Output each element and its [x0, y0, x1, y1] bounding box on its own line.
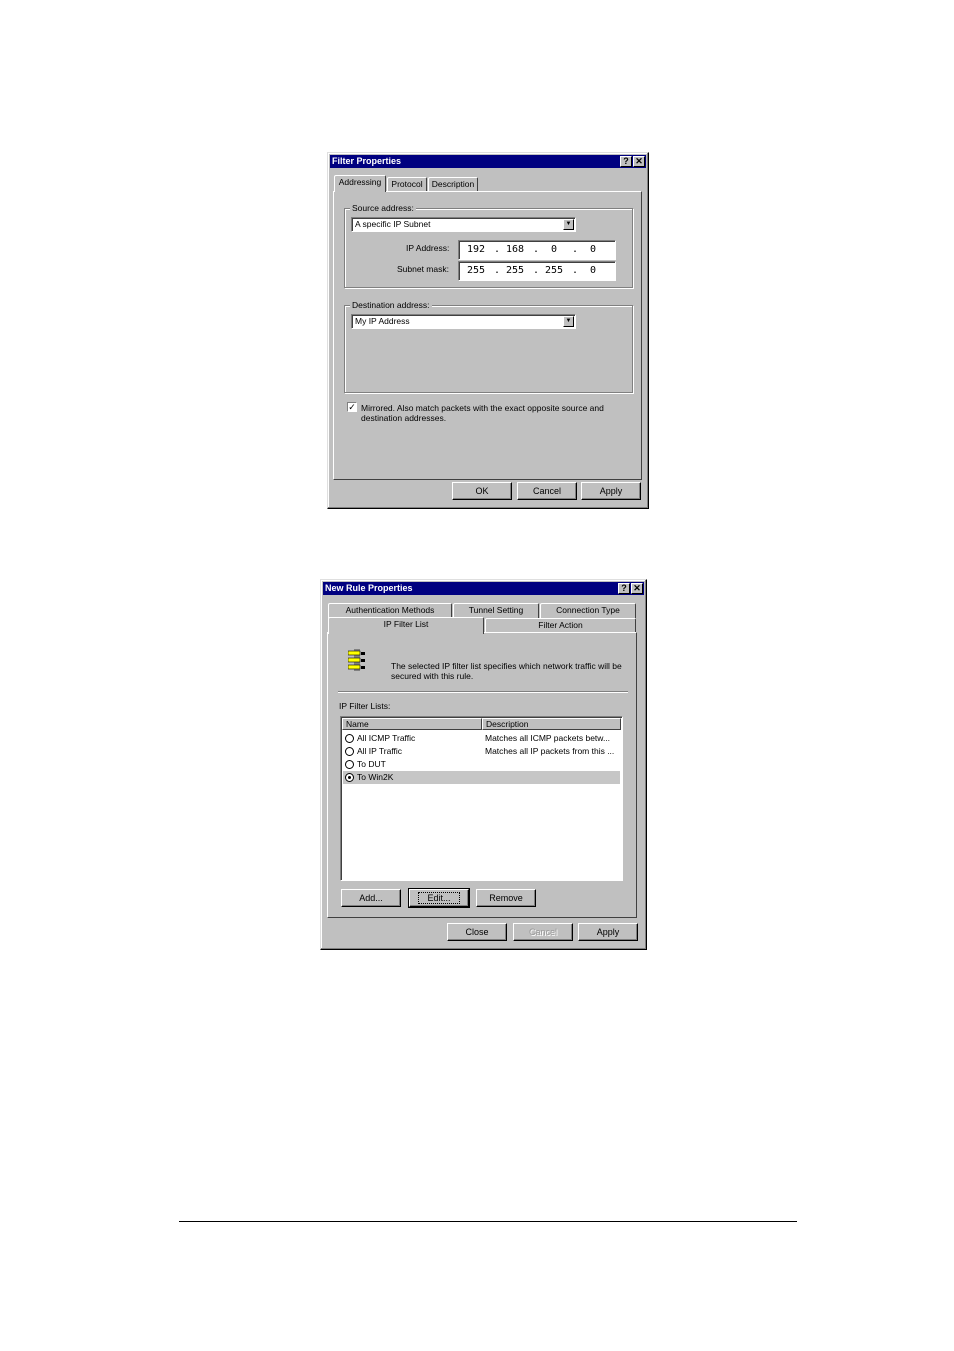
- mask-octet-3: 255: [544, 265, 564, 276]
- column-header-description[interactable]: Description: [482, 718, 621, 730]
- subnet-mask-label: Subnet mask:: [397, 264, 449, 274]
- cancel-button[interactable]: Cancel: [517, 482, 577, 500]
- tab-protocol[interactable]: Protocol: [387, 177, 427, 192]
- column-header-name[interactable]: Name: [342, 718, 482, 730]
- mirrored-label-line1: Mirrored. Also match packets with the ex…: [361, 403, 604, 413]
- mirrored-checkbox[interactable]: ✓: [347, 402, 357, 412]
- edit-button[interactable]: Edit...: [408, 888, 470, 908]
- close-button[interactable]: Close: [447, 923, 507, 941]
- ip-filter-listbox[interactable]: Name Description All ICMP Traffic Matche…: [340, 716, 623, 881]
- radio-icon: [345, 760, 354, 769]
- list-item[interactable]: All ICMP Traffic Matches all ICMP packet…: [343, 732, 620, 745]
- ip-address-label: IP Address:: [406, 243, 450, 253]
- radio-icon: [345, 734, 354, 743]
- tab-authentication-methods[interactable]: Authentication Methods: [328, 603, 452, 618]
- close-icon[interactable]: ✕: [631, 583, 643, 594]
- list-item[interactable]: To DUT: [343, 758, 620, 771]
- radio-selected-icon: [345, 773, 354, 782]
- ip-dot: .: [571, 244, 579, 255]
- apply-button[interactable]: Apply: [578, 923, 638, 941]
- mirrored-label-line2: destination addresses.: [361, 413, 447, 423]
- add-button[interactable]: Add...: [341, 889, 401, 907]
- help-icon[interactable]: ?: [620, 156, 632, 167]
- source-address-label: Source address:: [350, 203, 416, 213]
- mask-dot: .: [571, 265, 579, 276]
- ip-filter-lists-label: IP Filter Lists:: [339, 701, 391, 711]
- tab-filter-action[interactable]: Filter Action: [485, 618, 636, 633]
- list-item[interactable]: All IP Traffic Matches all IP packets fr…: [343, 745, 620, 758]
- ip-address-field[interactable]: 192 . 168 . 0 . 0: [458, 240, 616, 260]
- addressing-panel: Source address: A specific IP Subnet ▼ I…: [333, 191, 642, 480]
- rule-dialog-title: New Rule Properties: [325, 583, 413, 593]
- ip-octet-3: 0: [550, 244, 558, 255]
- tab-addressing[interactable]: Addressing: [334, 175, 386, 192]
- chevron-down-icon[interactable]: ▼: [563, 316, 574, 327]
- ok-button[interactable]: OK: [452, 482, 512, 500]
- rule-dialog-titlebar[interactable]: New Rule Properties ? ✕: [323, 582, 644, 595]
- filter-properties-dialog: Filter Properties ? ✕ Addressing Protoco…: [327, 152, 649, 509]
- new-rule-properties-dialog: New Rule Properties ? ✕ Authentication M…: [320, 579, 647, 950]
- ip-octet-2: 168: [505, 244, 525, 255]
- tab-tunnel-setting[interactable]: Tunnel Setting: [453, 603, 539, 618]
- ip-filter-list-panel: The selected IP filter list specifies wh…: [327, 632, 637, 918]
- mask-octet-1: 255: [466, 265, 486, 276]
- tab-connection-type[interactable]: Connection Type: [540, 603, 636, 618]
- destination-address-combo[interactable]: My IP Address ▼: [351, 314, 576, 329]
- ip-octet-1: 192: [466, 244, 486, 255]
- radio-icon: [345, 747, 354, 756]
- mask-dot: .: [532, 265, 540, 276]
- ip-dot: .: [532, 244, 540, 255]
- ip-dot: .: [493, 244, 501, 255]
- remove-button[interactable]: Remove: [476, 889, 536, 907]
- tab-description[interactable]: Description: [428, 177, 478, 192]
- filter-list-icon: [348, 649, 365, 671]
- cancel-button[interactable]: Cancel: [513, 923, 573, 941]
- destination-address-label: Destination address:: [350, 300, 432, 310]
- chevron-down-icon[interactable]: ▼: [563, 219, 574, 230]
- mask-octet-2: 255: [505, 265, 525, 276]
- info-text-line1: The selected IP filter list specifies wh…: [391, 661, 622, 671]
- close-icon[interactable]: ✕: [633, 156, 645, 167]
- help-icon[interactable]: ?: [618, 583, 630, 594]
- source-address-value: A specific IP Subnet: [355, 219, 431, 229]
- apply-button[interactable]: Apply: [581, 482, 641, 500]
- mask-dot: .: [493, 265, 501, 276]
- filter-dialog-titlebar[interactable]: Filter Properties ? ✕: [330, 155, 646, 168]
- filter-dialog-title: Filter Properties: [332, 156, 402, 166]
- source-address-combo[interactable]: A specific IP Subnet ▼: [351, 217, 576, 232]
- subnet-mask-field[interactable]: 255 . 255 . 255 . 0: [458, 261, 616, 281]
- footer-rule: [179, 1221, 797, 1222]
- ip-octet-4: 0: [589, 244, 597, 255]
- mask-octet-4: 0: [589, 265, 597, 276]
- divider: [338, 691, 628, 693]
- info-text-line2: secured with this rule.: [391, 671, 474, 681]
- destination-address-value: My IP Address: [355, 316, 410, 326]
- tab-ip-filter-list[interactable]: IP Filter List: [328, 617, 484, 634]
- list-item-selected[interactable]: To Win2K: [343, 771, 620, 784]
